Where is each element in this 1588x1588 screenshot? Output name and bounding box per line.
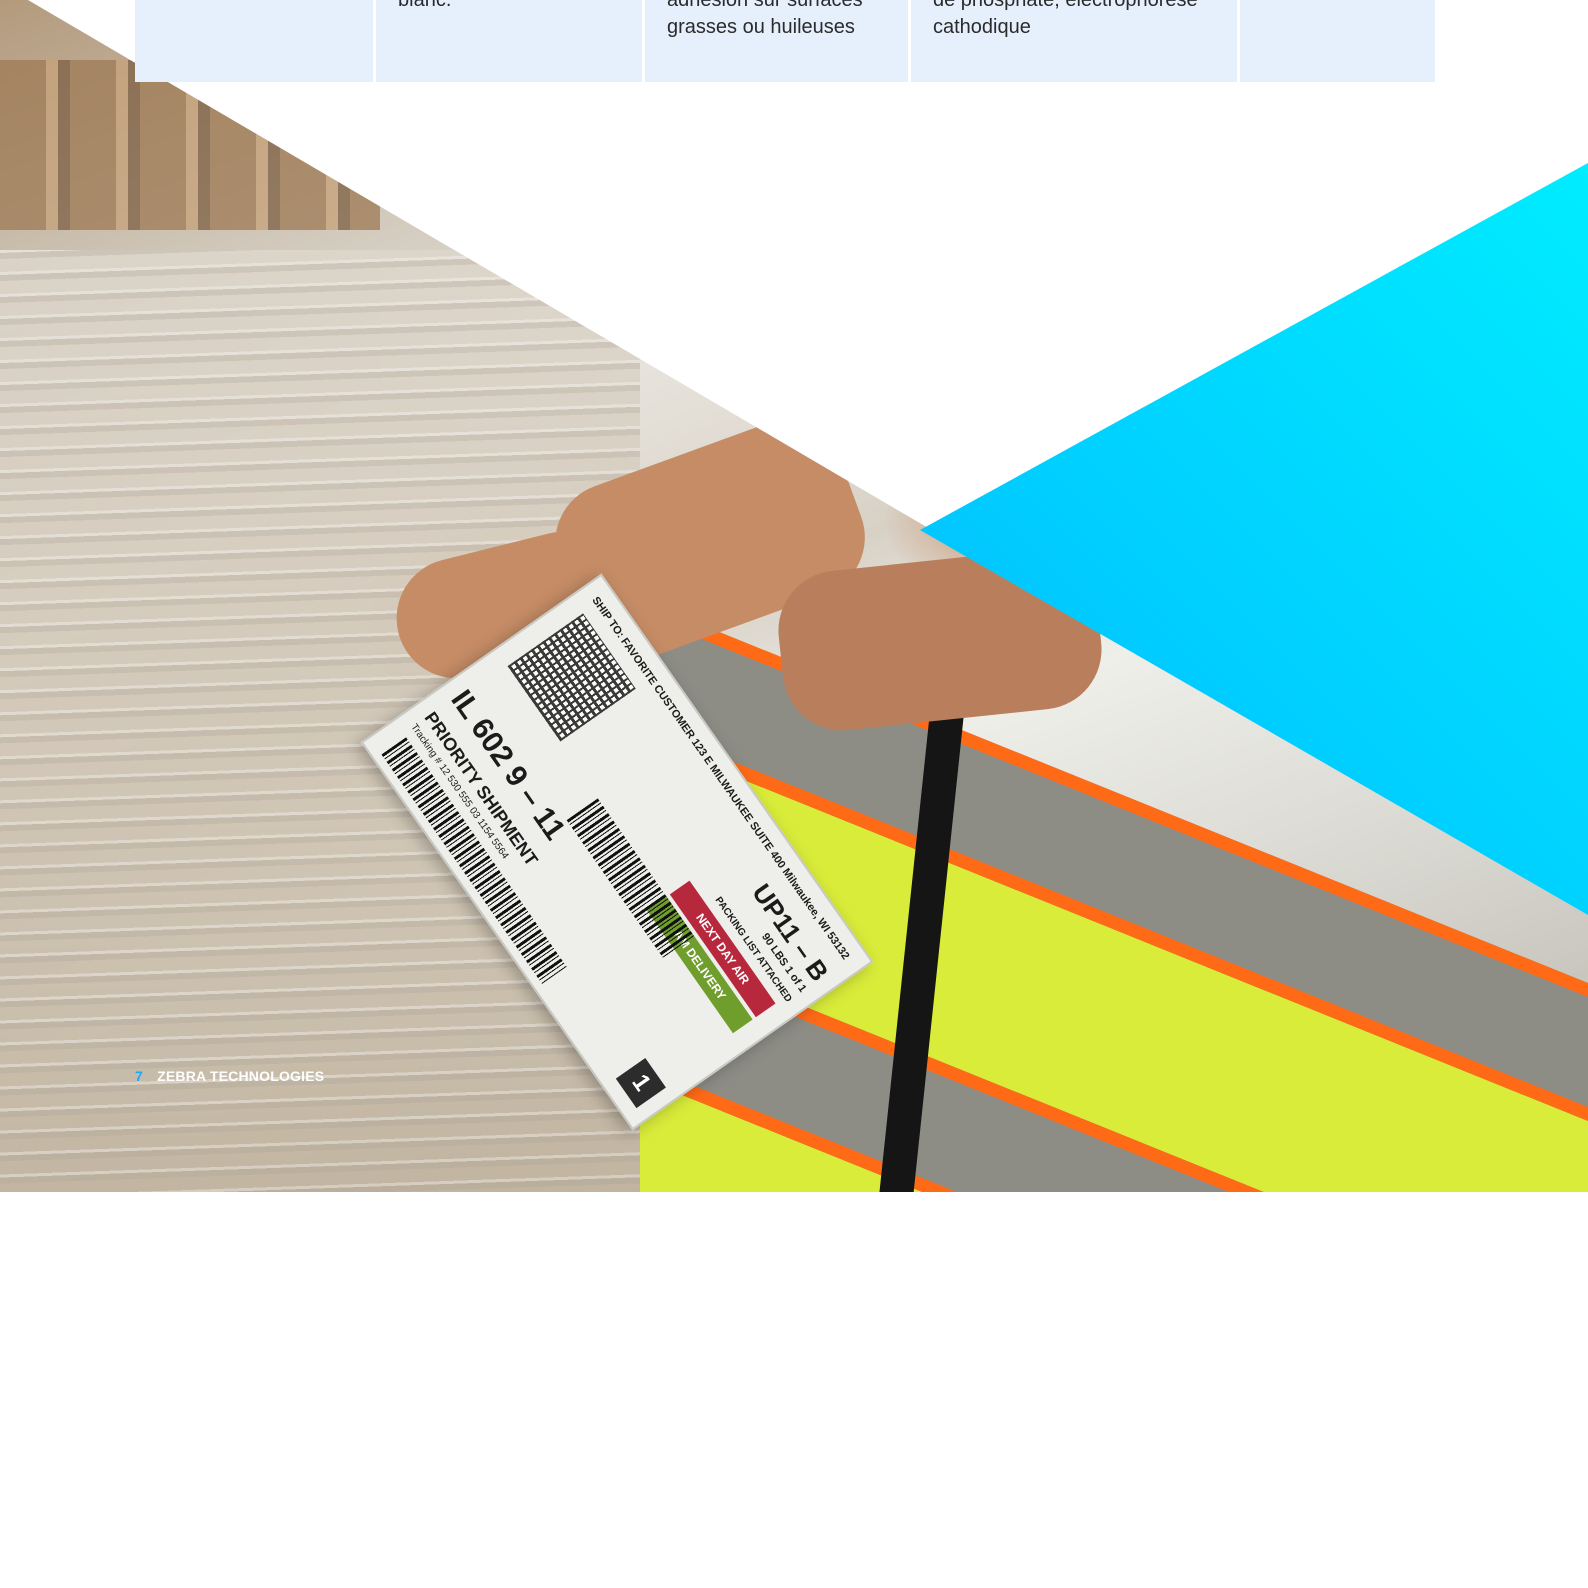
cell-line: de phosphate, électrophorèse <box>933 0 1198 11</box>
table-cell-3: adhésion sur surfaces grasses ou huileus… <box>642 0 908 82</box>
table-fragment: blanc. adhésion sur surfaces grasses ou … <box>135 0 1435 82</box>
cell-text: blanc. <box>398 0 632 14</box>
cell-line: adhésion sur surfaces <box>667 0 863 11</box>
page-footer: 7 ZEBRA TECHNOLOGIES <box>135 1068 324 1084</box>
cell-line: grasses ou huileuses <box>667 16 855 38</box>
cell-line: cathodique <box>933 16 1031 38</box>
table-cell-5 <box>1237 0 1435 82</box>
table-cell-2: blanc. <box>373 0 642 82</box>
cell-text: adhésion sur surfaces grasses ou huileus… <box>667 0 898 41</box>
cell-line: blanc. <box>398 0 452 11</box>
brand-name: ZEBRA TECHNOLOGIES <box>157 1068 325 1084</box>
page-number: 7 <box>135 1068 143 1084</box>
cell-text: de phosphate, électrophorèse cathodique <box>933 0 1227 41</box>
table-cell-4: de phosphate, électrophorèse cathodique <box>908 0 1237 82</box>
shelf-boxes <box>0 60 380 230</box>
table-cell-1 <box>135 0 373 82</box>
